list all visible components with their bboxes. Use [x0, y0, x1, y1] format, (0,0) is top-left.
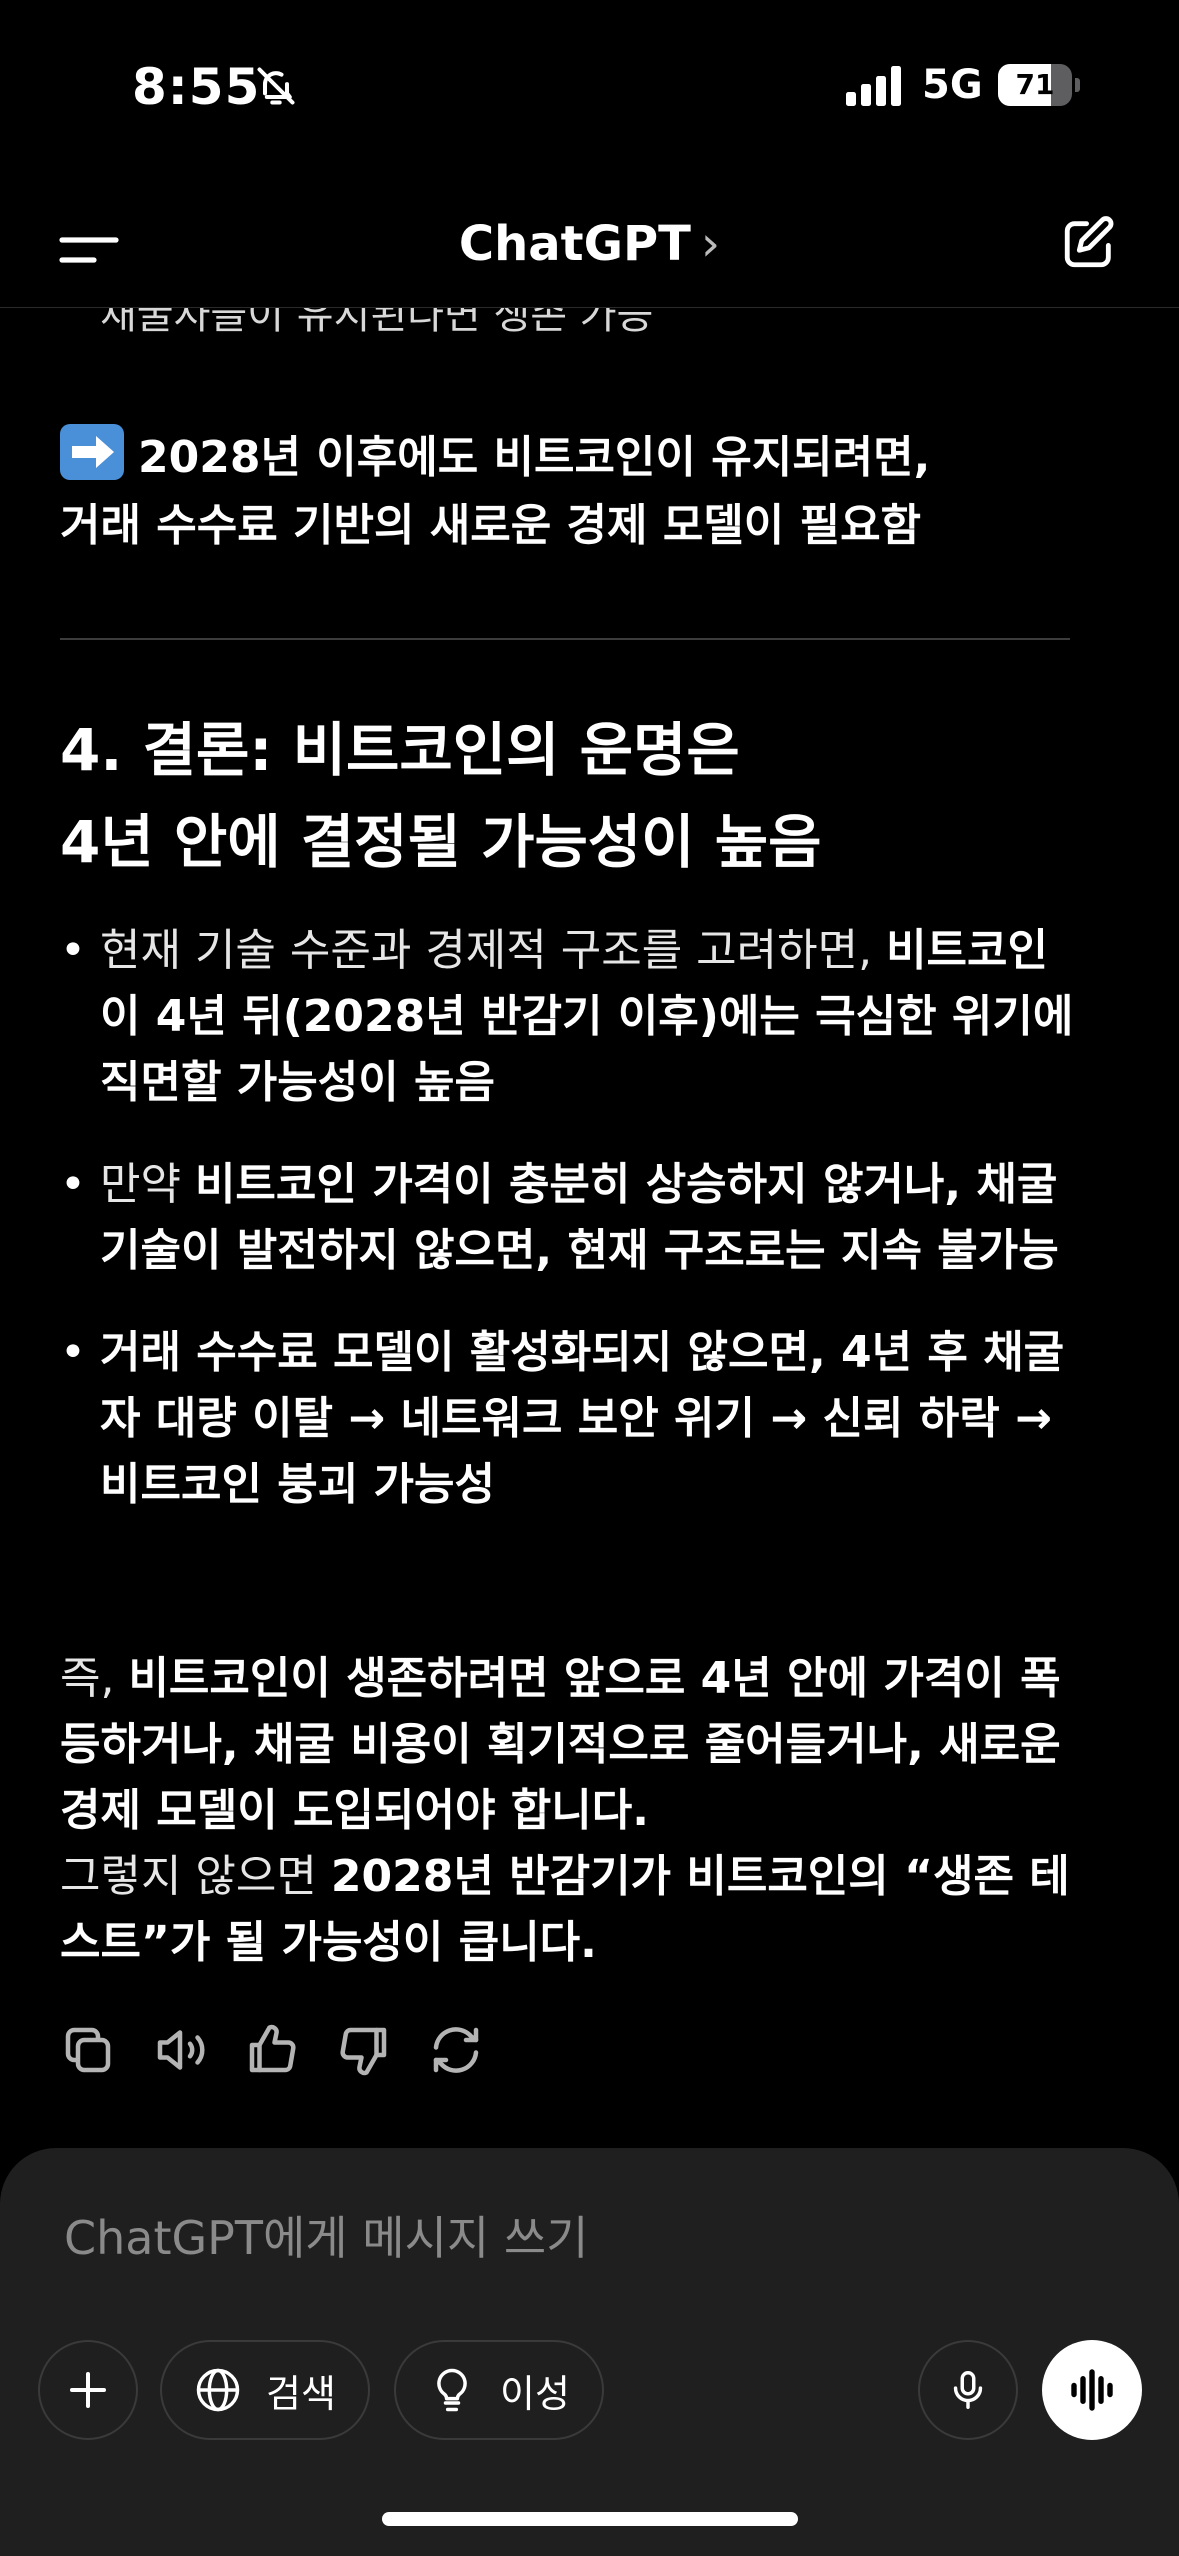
thumbs-up-icon[interactable] — [242, 2020, 302, 2080]
message-action-bar — [58, 2020, 486, 2080]
conclusion-callout: 2028년 이후에도 비트코인이 유지되려면, 거래 수수료 기반의 새로운 경… — [60, 424, 1070, 560]
thumbs-down-icon[interactable] — [334, 2020, 394, 2080]
microphone-icon — [953, 2371, 983, 2409]
chevron-right-icon: › — [700, 216, 721, 272]
conclusion-bullet-list: 현재 기술 수준과 경제적 구조를 고려하면, 비트코인이 4년 뒤(2028년… — [60, 918, 1080, 1554]
search-label: 검색 — [266, 2371, 336, 2416]
top-nav-bar: ChatGPT › — [0, 190, 1179, 308]
read-aloud-icon[interactable] — [150, 2020, 210, 2080]
home-indicator[interactable] — [382, 2512, 798, 2526]
arrow-right-emoji-icon — [60, 424, 124, 480]
chatgpt-app: 8:55 5G 71 ChatGPT › 채굴자들이 유지된다면 생존 가능 2… — [0, 0, 1179, 2556]
search-button[interactable]: 검색 — [160, 2340, 370, 2440]
battery-icon: 71 — [998, 64, 1080, 106]
section-divider — [60, 638, 1070, 640]
globe-icon — [196, 2368, 240, 2412]
add-attachment-button[interactable] — [38, 2340, 138, 2440]
summary-plain-2: 그렇지 않으면 — [60, 1851, 331, 1902]
cut-off-text-line: 채굴자들이 유지된다면 생존 가능 — [100, 308, 654, 338]
summary-bold-1: 비트코인이 생존하려면 앞으로 4년 안에 가격이 폭등하거나, 채굴 비용이 … — [60, 1653, 1061, 1836]
status-time: 8:55 — [132, 58, 261, 116]
dictation-button[interactable] — [918, 2340, 1018, 2440]
new-chat-icon[interactable] — [1060, 214, 1118, 272]
lightbulb-icon — [437, 2368, 467, 2412]
voice-waveform-icon — [1071, 2369, 1113, 2411]
list-item: 만약 비트코인 가격이 충분히 상승하지 않거나, 채굴 기술이 발전하지 않으… — [60, 1152, 1080, 1284]
message-input[interactable] — [64, 2206, 1064, 2270]
list-item: 거래 수수료 모델이 활성화되지 않으면, 4년 후 채굴자 대량 이탈 → 네… — [60, 1320, 1080, 1518]
model-selector[interactable]: ChatGPT › — [0, 216, 1179, 272]
reason-button[interactable]: 이성 — [394, 2340, 604, 2440]
voice-mode-button[interactable] — [1042, 2340, 1142, 2440]
app-title: ChatGPT — [458, 216, 691, 272]
bell-muted-icon — [257, 67, 295, 105]
bullet-text-bold: 비트코인 가격이 충분히 상승하지 않거나, 채굴 기술이 발전하지 않으면, … — [100, 1159, 1059, 1276]
regenerate-icon[interactable] — [426, 2020, 486, 2080]
bullet-text-plain: 현재 기술 수준과 경제적 구조를 고려하면, — [100, 925, 887, 976]
bullet-text-plain: 만약 — [100, 1159, 195, 1210]
heading-line-2: 4년 안에 결정될 가능성이 높음 — [60, 808, 822, 876]
battery-percent: 71 — [1015, 68, 1055, 101]
heading-line-1: 4. 결론: 비트코인의 운명은 — [60, 716, 740, 784]
section-heading: 4. 결론: 비트코인의 운명은 4년 안에 결정될 가능성이 높음 — [60, 704, 1070, 888]
conclusion-line-1: 2028년 이후에도 비트코인이 유지되려면, — [138, 432, 931, 483]
message-content: 채굴자들이 유지된다면 생존 가능 2028년 이후에도 비트코인이 유지되려면… — [0, 308, 1179, 2148]
plus-icon — [70, 2372, 106, 2408]
message-composer: 검색 이성 — [0, 2148, 1179, 2556]
status-bar: 8:55 5G 71 — [0, 0, 1179, 170]
reason-label: 이성 — [500, 2371, 570, 2416]
bullet-text-bold: 거래 수수료 모델이 활성화되지 않으면, 4년 후 채굴자 대량 이탈 → 네… — [100, 1327, 1065, 1510]
cellular-signal-icon — [846, 66, 901, 106]
conclusion-line-2: 거래 수수료 기반의 새로운 경제 모델이 필요함 — [60, 500, 922, 551]
network-type: 5G — [922, 62, 983, 108]
summary-plain-1: 즉, — [60, 1653, 129, 1704]
list-item: 현재 기술 수준과 경제적 구조를 고려하면, 비트코인이 4년 뒤(2028년… — [60, 918, 1080, 1116]
summary-paragraph: 즉, 비트코인이 생존하려면 앞으로 4년 안에 가격이 폭등하거나, 채굴 비… — [60, 1646, 1090, 1976]
copy-icon[interactable] — [58, 2020, 118, 2080]
